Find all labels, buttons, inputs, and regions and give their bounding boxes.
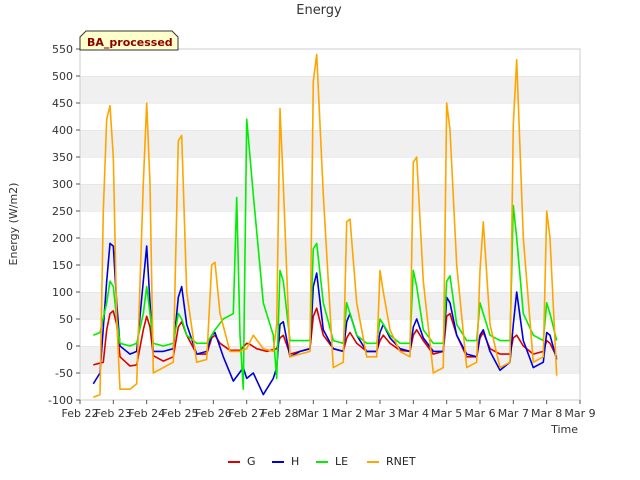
x-tick-label: Mar 9 <box>564 407 595 420</box>
x-tick-label: Mar 1 <box>298 407 329 420</box>
grid-band <box>80 346 580 373</box>
y-axis: -100 -50 0 50 100 150 200 250 300 350 400 450 500 550 <box>48 43 80 407</box>
x-tick-label: Feb 25 <box>162 407 199 420</box>
grid-band <box>80 103 580 130</box>
y-tick-label: 150 <box>52 259 73 272</box>
x-tick-label: Feb 23 <box>95 407 132 420</box>
y-tick-label: 400 <box>52 124 73 137</box>
x-tick-label: Mar 3 <box>364 407 395 420</box>
x-tick-label: Mar 6 <box>464 407 495 420</box>
x-tick-label: Mar 2 <box>331 407 362 420</box>
x-axis: Feb 22Feb 23Feb 24Feb 25Feb 26Feb 27Feb … <box>62 400 596 420</box>
x-axis-label: Time <box>550 423 578 436</box>
legend: G H LE RNET <box>228 455 416 468</box>
legend-item-h: H <box>272 455 299 468</box>
y-tick-label: 550 <box>52 43 73 56</box>
x-tick-label: Feb 27 <box>228 407 265 420</box>
legend-label: RNET <box>386 455 416 468</box>
grid-band <box>80 157 580 184</box>
x-tick-label: Mar 5 <box>431 407 462 420</box>
x-tick-label: Mar 7 <box>498 407 529 420</box>
grid-band <box>80 49 580 76</box>
grid-bands <box>80 48 580 400</box>
y-tick-label: 350 <box>52 151 73 164</box>
legend-item-rnet: RNET <box>367 455 416 468</box>
grid-band <box>80 238 580 265</box>
ba-processed-annotation: BA_processed <box>79 30 179 51</box>
y-tick-label: 450 <box>52 97 73 110</box>
legend-item-le: LE <box>316 455 348 468</box>
grid-band <box>80 373 580 400</box>
y-tick-label: 200 <box>52 232 73 245</box>
x-tick-label: Feb 22 <box>62 407 99 420</box>
grid-band <box>80 265 580 292</box>
x-tick-label: Feb 28 <box>262 407 299 420</box>
x-tick-label: Feb 26 <box>195 407 232 420</box>
y-axis-label: Energy (W/m2) <box>7 183 20 266</box>
y-tick-label: 50 <box>59 313 73 326</box>
grid-band <box>80 130 580 157</box>
y-tick-label: -50 <box>55 367 73 380</box>
legend-label: H <box>291 455 299 468</box>
y-tick-label: 100 <box>52 286 73 299</box>
y-tick-label: -100 <box>48 394 73 407</box>
legend-item-g: G <box>228 455 256 468</box>
grid-band <box>80 184 580 211</box>
y-tick-label: 250 <box>52 205 73 218</box>
annotation-text: BA_processed <box>87 36 173 49</box>
x-tick-label: Mar 4 <box>398 407 429 420</box>
legend-label: G <box>247 455 256 468</box>
legend-label: LE <box>335 455 348 468</box>
x-tick-label: Feb 24 <box>128 407 165 420</box>
y-tick-label: 500 <box>52 70 73 83</box>
chart-title: Energy <box>296 3 342 18</box>
energy-chart: -100 -50 0 50 100 150 200 250 300 350 400 450 500 550… <box>7 3 596 468</box>
y-tick-label: 300 <box>52 178 73 191</box>
grid-band <box>80 211 580 238</box>
x-tick-label: Mar 8 <box>531 407 562 420</box>
y-tick-label: 0 <box>66 340 73 353</box>
grid-band <box>80 76 580 103</box>
